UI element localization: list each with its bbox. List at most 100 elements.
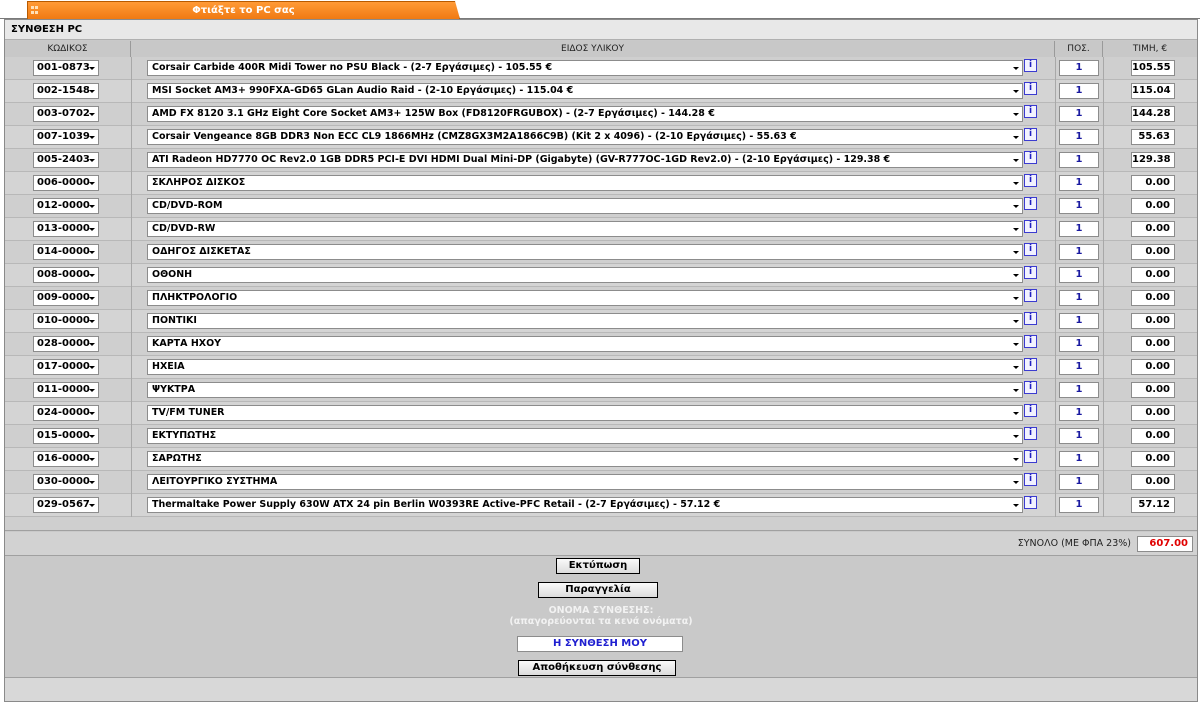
code-select[interactable]: 006-0000 xyxy=(33,175,99,191)
info-icon[interactable]: i xyxy=(1024,450,1037,463)
info-icon[interactable]: i xyxy=(1024,128,1037,141)
quantity-input[interactable]: 1 xyxy=(1059,60,1099,76)
quantity-input[interactable]: 1 xyxy=(1059,497,1099,513)
column-divider xyxy=(131,126,132,149)
code-select[interactable]: 011-0000 xyxy=(33,382,99,398)
quantity-input[interactable]: 1 xyxy=(1059,129,1099,145)
quantity-input[interactable]: 1 xyxy=(1059,106,1099,122)
code-select[interactable]: 003-0702 xyxy=(33,106,99,122)
code-select[interactable]: 012-0000 xyxy=(33,198,99,214)
quantity-input[interactable]: 1 xyxy=(1059,244,1099,260)
item-select[interactable]: ΟΔΗΓΟΣ ΔΙΣΚΕΤΑΣ xyxy=(147,244,1023,260)
dropdown-arrow-icon xyxy=(1013,113,1019,116)
info-icon[interactable]: i xyxy=(1024,197,1037,210)
info-icon[interactable]: i xyxy=(1024,82,1037,95)
info-icon[interactable]: i xyxy=(1024,312,1037,325)
composition-name-input[interactable]: Η ΣΥΝΘΕΣΗ ΜΟΥ xyxy=(517,636,683,652)
item-select[interactable]: ΨΥΚΤΡΑ xyxy=(147,382,1023,398)
order-button[interactable]: Παραγγελία xyxy=(538,582,658,598)
item-select[interactable]: ΣΑΡΩΤΗΣ xyxy=(147,451,1023,467)
code-select[interactable]: 002-1548 xyxy=(33,83,99,99)
item-select[interactable]: CD/DVD-RW xyxy=(147,221,1023,237)
code-select[interactable]: 007-1039 xyxy=(33,129,99,145)
code-select[interactable]: 013-0000 xyxy=(33,221,99,237)
item-select[interactable]: ΛΕΙΤΟΥΡΓΙΚΟ ΣΥΣΤΗΜΑ xyxy=(147,474,1023,490)
quantity-input[interactable]: 1 xyxy=(1059,405,1099,421)
price-value: 0.00 xyxy=(1131,313,1175,329)
info-icon[interactable]: i xyxy=(1024,59,1037,72)
column-divider xyxy=(1103,310,1104,333)
info-icon[interactable]: i xyxy=(1024,427,1037,440)
code-select[interactable]: 009-0000 xyxy=(33,290,99,306)
info-icon[interactable]: i xyxy=(1024,151,1037,164)
quantity-input[interactable]: 1 xyxy=(1059,474,1099,490)
save-composition-button[interactable]: Αποθήκευση σύνθεσης xyxy=(518,660,676,676)
quantity-input[interactable]: 1 xyxy=(1059,152,1099,168)
dropdown-arrow-icon xyxy=(89,251,95,254)
column-divider xyxy=(1103,80,1104,103)
info-icon[interactable]: i xyxy=(1024,496,1037,509)
component-row: 006-0000 ΣΚΛΗΡΟΣ ΔΙΣΚΟΣ i 1 0.00 xyxy=(5,172,1197,195)
code-select[interactable]: 024-0000 xyxy=(33,405,99,421)
quantity-input[interactable]: 1 xyxy=(1059,451,1099,467)
quantity-input[interactable]: 1 xyxy=(1059,336,1099,352)
item-select[interactable]: ΚΑΡΤΑ ΗΧΟΥ xyxy=(147,336,1023,352)
quantity-input[interactable]: 1 xyxy=(1059,428,1099,444)
price-value: 0.00 xyxy=(1131,428,1175,444)
code-select[interactable]: 014-0000 xyxy=(33,244,99,260)
code-select[interactable]: 029-0567 xyxy=(33,497,99,513)
item-value: Thermaltake Power Supply 630W ATX 24 pin… xyxy=(152,499,721,510)
item-select[interactable]: AMD FX 8120 3.1 GHz Eight Core Socket AM… xyxy=(147,106,1023,122)
header-price: ΤΙΜΗ, € xyxy=(1132,44,1168,54)
code-select[interactable]: 010-0000 xyxy=(33,313,99,329)
info-icon[interactable]: i xyxy=(1024,473,1037,486)
item-select[interactable]: Thermaltake Power Supply 630W ATX 24 pin… xyxy=(147,497,1023,513)
item-select[interactable]: TV/FM TUNER xyxy=(147,405,1023,421)
quantity-input[interactable]: 1 xyxy=(1059,267,1099,283)
code-select[interactable]: 008-0000 xyxy=(33,267,99,283)
item-select[interactable]: ΕΚΤΥΠΩΤΗΣ xyxy=(147,428,1023,444)
info-icon[interactable]: i xyxy=(1024,174,1037,187)
quantity-input[interactable]: 1 xyxy=(1059,382,1099,398)
quantity-input[interactable]: 1 xyxy=(1059,313,1099,329)
item-select[interactable]: Corsair Carbide 400R Midi Tower no PSU B… xyxy=(147,60,1023,76)
info-icon[interactable]: i xyxy=(1024,266,1037,279)
item-select[interactable]: MSI Socket AM3+ 990FXA-GD65 GLan Audio R… xyxy=(147,83,1023,99)
code-select[interactable]: 030-0000 xyxy=(33,474,99,490)
item-select[interactable]: ΠΟΝΤΙΚΙ xyxy=(147,313,1023,329)
quantity-input[interactable]: 1 xyxy=(1059,175,1099,191)
item-select[interactable]: ATI Radeon HD7770 OC Rev2.0 1GB DDR5 PCI… xyxy=(147,152,1023,168)
info-icon[interactable]: i xyxy=(1024,404,1037,417)
item-select[interactable]: ΠΛΗΚΤΡΟΛΟΓΙΟ xyxy=(147,290,1023,306)
info-icon[interactable]: i xyxy=(1024,335,1037,348)
component-row: 024-0000 TV/FM TUNER i 1 0.00 xyxy=(5,402,1197,425)
info-icon[interactable]: i xyxy=(1024,358,1037,371)
item-select[interactable]: ΣΚΛΗΡΟΣ ΔΙΣΚΟΣ xyxy=(147,175,1023,191)
info-icon[interactable]: i xyxy=(1024,243,1037,256)
code-select[interactable]: 015-0000 xyxy=(33,428,99,444)
component-row: 012-0000 CD/DVD-ROM i 1 0.00 xyxy=(5,195,1197,218)
code-select[interactable]: 028-0000 xyxy=(33,336,99,352)
quantity-input[interactable]: 1 xyxy=(1059,198,1099,214)
info-icon[interactable]: i xyxy=(1024,220,1037,233)
info-icon[interactable]: i xyxy=(1024,105,1037,118)
info-icon[interactable]: i xyxy=(1024,289,1037,302)
price-value: 144.28 xyxy=(1131,106,1175,122)
print-button[interactable]: Εκτύπωση xyxy=(556,558,640,574)
code-select[interactable]: 005-2403 xyxy=(33,152,99,168)
code-select[interactable]: 001-0873 xyxy=(33,60,99,76)
tab-build-pc[interactable]: Φτιάξτε το PC σας xyxy=(27,1,460,19)
code-select[interactable]: 017-0000 xyxy=(33,359,99,375)
item-select[interactable]: Corsair Vengeance 8GB DDR3 Non ECC CL9 1… xyxy=(147,129,1023,145)
info-icon[interactable]: i xyxy=(1024,381,1037,394)
quantity-input[interactable]: 1 xyxy=(1059,359,1099,375)
column-divider xyxy=(1055,195,1056,218)
item-select[interactable]: ΟΘΟΝΗ xyxy=(147,267,1023,283)
quantity-input[interactable]: 1 xyxy=(1059,221,1099,237)
code-select[interactable]: 016-0000 xyxy=(33,451,99,467)
item-select[interactable]: CD/DVD-ROM xyxy=(147,198,1023,214)
component-row: 028-0000 ΚΑΡΤΑ ΗΧΟΥ i 1 0.00 xyxy=(5,333,1197,356)
quantity-input[interactable]: 1 xyxy=(1059,83,1099,99)
item-select[interactable]: ΗΧΕΙΑ xyxy=(147,359,1023,375)
quantity-input[interactable]: 1 xyxy=(1059,290,1099,306)
